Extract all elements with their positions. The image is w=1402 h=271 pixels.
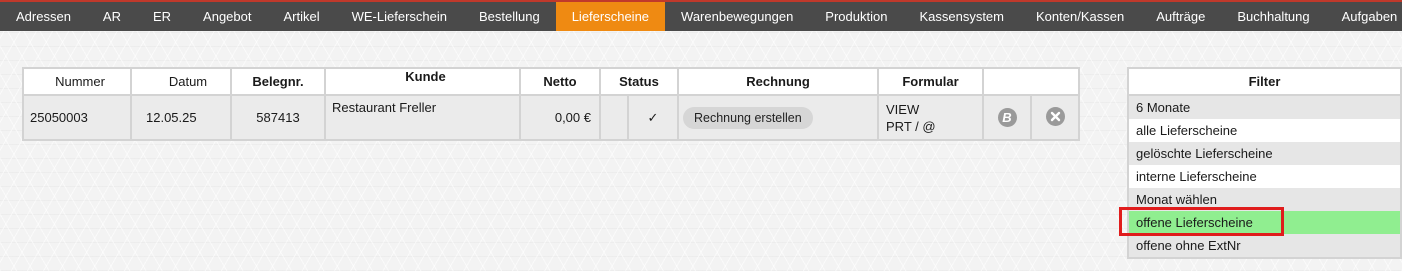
cell-datum[interactable]: 12.05.25: [130, 94, 232, 141]
cell-status-empty: [599, 94, 629, 141]
cell-netto[interactable]: 0,00 €: [519, 94, 601, 141]
top-navigation: Adressen AR ER Angebot Artikel WE-Liefer…: [0, 0, 1402, 31]
filter-item-geloeschte-lieferscheine[interactable]: gelöschte Lieferscheine: [1129, 142, 1400, 165]
header-netto[interactable]: Netto: [519, 67, 601, 96]
table-header-row: Nummer Datum Belegnr. Kunde Netto Status…: [22, 67, 1080, 96]
cell-belegnr[interactable]: 587413: [230, 94, 326, 141]
tab-ar[interactable]: AR: [87, 2, 137, 31]
tab-warenbewegungen[interactable]: Warenbewegungen: [665, 2, 809, 31]
header-rechnung[interactable]: Rechnung: [677, 67, 879, 96]
header-kunde[interactable]: Kunde: [324, 67, 521, 96]
create-invoice-button[interactable]: Rechnung erstellen: [683, 106, 813, 129]
filter-item-6-monate[interactable]: 6 Monate: [1129, 96, 1400, 119]
header-formular[interactable]: Formular: [877, 67, 984, 96]
tab-adressen[interactable]: Adressen: [0, 2, 87, 31]
header-nummer[interactable]: Nummer: [22, 67, 132, 96]
header-datum[interactable]: Datum: [130, 67, 232, 96]
tab-kassensystem[interactable]: Kassensystem: [903, 2, 1020, 31]
tab-er[interactable]: ER: [137, 2, 187, 31]
tab-aufgaben[interactable]: Aufgaben: [1326, 2, 1402, 31]
lieferscheine-table: Nummer Datum Belegnr. Kunde Netto Status…: [22, 67, 1080, 141]
cell-nummer[interactable]: 25050003: [22, 94, 132, 141]
cell-rechnung: Rechnung erstellen: [677, 94, 879, 141]
filter-item-offene-ohne-extnr[interactable]: offene ohne ExtNr: [1129, 234, 1400, 257]
close-circle-icon[interactable]: [1045, 106, 1065, 126]
filter-item-offene-lieferscheine[interactable]: offene Lieferscheine: [1129, 211, 1400, 234]
cell-formular: VIEW PRT / @: [877, 94, 984, 141]
tab-auftraege[interactable]: Aufträge: [1140, 2, 1221, 31]
filter-item-monat-waehlen[interactable]: Monat wählen: [1129, 188, 1400, 211]
tab-produktion[interactable]: Produktion: [809, 2, 903, 31]
cell-delete-action: [1030, 94, 1080, 141]
cell-kunde[interactable]: Restaurant Freller: [324, 94, 521, 141]
filter-panel: Filter 6 Monate alle Lieferscheine gelös…: [1127, 67, 1402, 259]
header-belegnr[interactable]: Belegnr.: [230, 67, 326, 96]
tab-lieferscheine[interactable]: Lieferscheine: [555, 2, 666, 31]
view-link[interactable]: VIEW: [886, 101, 982, 118]
filter-item-alle-lieferscheine[interactable]: alle Lieferscheine: [1129, 119, 1400, 142]
status-check: ✓: [627, 94, 679, 141]
print-email-link[interactable]: PRT / @: [886, 118, 982, 135]
filter-item-interne-lieferscheine[interactable]: interne Lieferscheine: [1129, 165, 1400, 188]
cell-b-action: B: [982, 94, 1032, 141]
header-status[interactable]: Status: [599, 67, 679, 96]
b-circle-icon[interactable]: B: [997, 108, 1017, 127]
table-row[interactable]: 25050003 12.05.25 587413 Restaurant Frel…: [22, 94, 1080, 141]
tab-we-lieferschein[interactable]: WE-Lieferschein: [336, 2, 463, 31]
tab-bestellung[interactable]: Bestellung: [463, 2, 556, 31]
tab-buchhaltung[interactable]: Buchhaltung: [1221, 2, 1325, 31]
tab-angebot[interactable]: Angebot: [187, 2, 267, 31]
header-actions: [982, 67, 1080, 96]
tab-konten-kassen[interactable]: Konten/Kassen: [1020, 2, 1140, 31]
tab-artikel[interactable]: Artikel: [267, 2, 335, 31]
filter-title: Filter: [1129, 69, 1400, 96]
